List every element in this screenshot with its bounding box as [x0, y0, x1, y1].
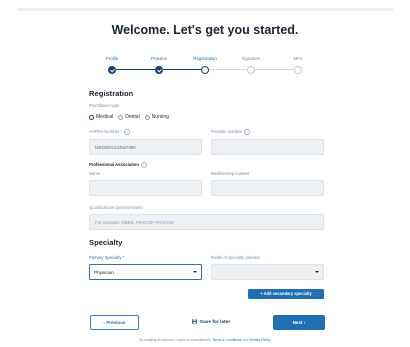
registration-heading: Registration — [89, 89, 134, 98]
professional-association-text: Professional Association — [89, 162, 139, 168]
footer-text: and — [241, 338, 250, 342]
top-divider — [17, 8, 393, 11]
step-label: MFA — [293, 56, 303, 61]
footer-text: By creating an account, I agree to Consu… — [139, 338, 213, 342]
privacy-link[interactable]: Privacy Policy — [249, 338, 270, 342]
ahpra-label-text: AHPRA Number * — [89, 129, 123, 135]
radio-empty-icon — [144, 114, 150, 120]
radio-nursing[interactable]: Nursing — [144, 114, 169, 120]
primary-specialty-value: Physician — [94, 270, 114, 275]
step-label: Profile — [105, 56, 119, 61]
primary-specialty-select[interactable]: Physician — [89, 264, 202, 280]
radio-label: Medical — [96, 114, 114, 120]
add-secondary-specialty-button[interactable]: + Add secondary specialty — [248, 289, 324, 299]
fields-of-practice-label: Fields of specialty practice — [211, 255, 261, 260]
name-label: Name — [89, 171, 101, 176]
caret-down-icon — [193, 271, 197, 273]
next-button[interactable]: Next › — [273, 315, 325, 330]
step-label: Signature — [241, 56, 261, 61]
radio-selected-icon — [89, 114, 94, 120]
footer-text: . — [269, 338, 271, 342]
practitioner-type-group: Medical Dental Nursing — [89, 113, 174, 121]
terms-footer: By creating an account, I agree to Consu… — [0, 338, 410, 342]
step-registration[interactable]: Registration — [185, 55, 225, 74]
radio-medical[interactable]: Medical — [89, 114, 113, 120]
membership-number-input[interactable] — [211, 180, 324, 196]
save-label: Save for later — [199, 320, 231, 325]
info-icon[interactable]: i — [124, 129, 131, 135]
check-icon — [155, 66, 163, 74]
step-practice[interactable]: Practice — [139, 55, 179, 74]
specialty-heading: Specialty — [89, 238, 123, 247]
qualifications-input[interactable]: For example: MBBS, FRACGP, FRACOG — [89, 214, 324, 230]
previous-button[interactable]: ‹ Previous — [90, 315, 139, 330]
terms-link[interactable]: Terms & Conditions — [212, 338, 241, 342]
current-step-icon — [201, 66, 209, 74]
step-signature: Signature — [231, 55, 271, 74]
step-mfa: MFA — [278, 55, 318, 74]
primary-specialty-label: Primary Specialty * — [89, 255, 125, 260]
practitioner-type-label: Practitioner type — [89, 103, 120, 108]
info-icon[interactable]: i — [243, 129, 250, 135]
association-name-input[interactable] — [89, 180, 202, 196]
step-label: Registration — [193, 56, 217, 61]
page-title: Welcome. Let's get you started. — [111, 23, 299, 37]
pending-step-icon — [294, 66, 302, 74]
fields-of-practice-select[interactable] — [211, 264, 324, 280]
ahpra-number-input[interactable]: MED0001234567890 — [89, 139, 202, 155]
qualifications-label: Qualifications (postnominals) — [89, 205, 143, 210]
membership-label: Membership number — [211, 171, 250, 176]
provider-label: Provider number i — [211, 129, 250, 135]
caret-down-icon — [315, 271, 319, 273]
radio-label: Nursing — [151, 114, 169, 120]
check-icon — [108, 66, 116, 74]
ahpra-label: AHPRA Number * i — [89, 129, 131, 135]
info-icon[interactable]: i — [140, 162, 147, 168]
save-for-later-button[interactable]: Save for later — [186, 315, 236, 330]
progress-stepper: Profile Practice Registration Signature … — [98, 55, 318, 79]
pending-step-icon — [247, 66, 255, 74]
step-label: Practice — [151, 56, 167, 61]
save-icon — [192, 318, 197, 324]
step-profile[interactable]: Profile — [92, 55, 132, 74]
provider-number-input[interactable] — [211, 139, 324, 155]
radio-dental[interactable]: Dental — [118, 114, 140, 120]
radio-label: Dental — [125, 114, 140, 120]
professional-association-label: Professional Association i — [89, 162, 147, 168]
radio-empty-icon — [118, 114, 124, 120]
provider-label-text: Provider number — [211, 129, 242, 135]
